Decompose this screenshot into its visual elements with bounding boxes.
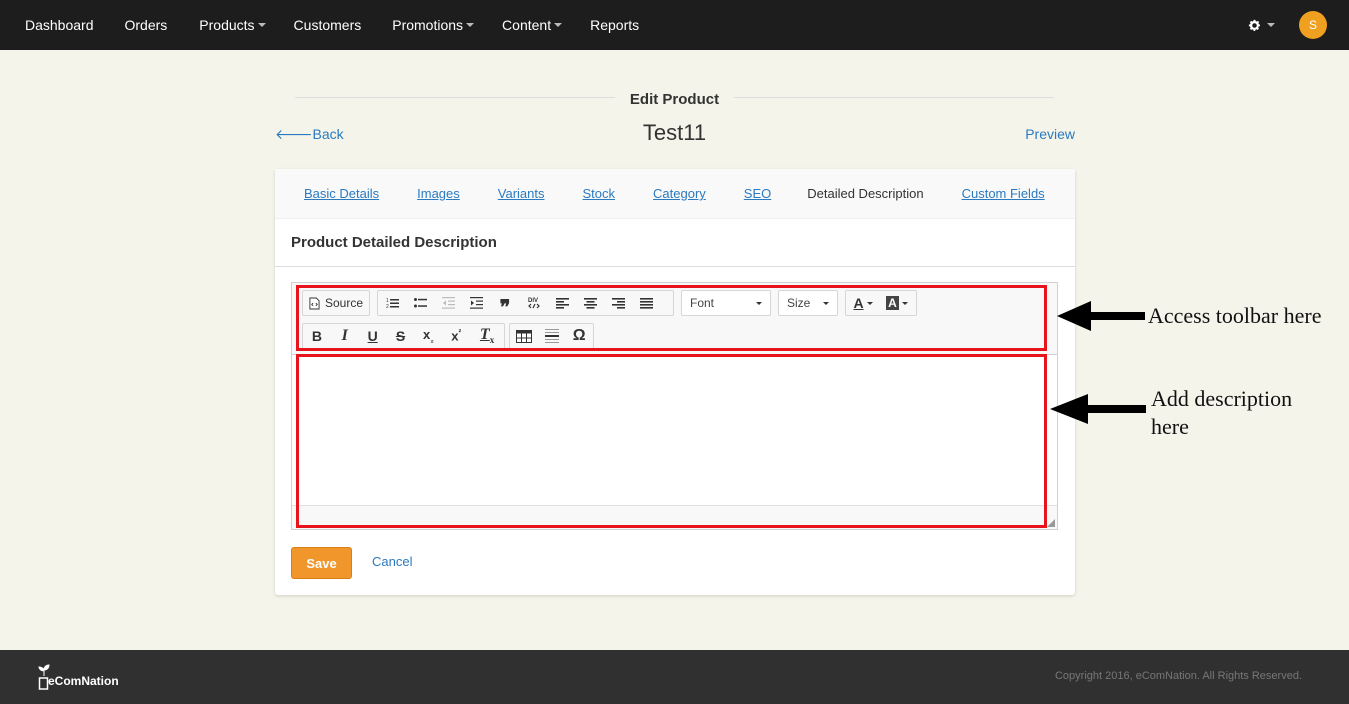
brand-logo: eComNation	[38, 664, 119, 690]
resize-handle-icon[interactable]	[1047, 519, 1055, 527]
tab-basic-details[interactable]: Basic Details	[304, 186, 379, 201]
settings-menu[interactable]	[1248, 19, 1275, 32]
section-title: Edit Product	[0, 91, 1349, 108]
arrow-left-icon	[1057, 301, 1145, 331]
nav-content-label: Content	[502, 17, 552, 33]
cancel-button[interactable]: Cancel	[372, 554, 412, 569]
preview-link[interactable]: Preview	[1025, 126, 1075, 142]
tab-custom-fields[interactable]: Custom Fields	[962, 186, 1045, 201]
nav-orders-label: Orders	[124, 17, 168, 33]
tab-images[interactable]: Images	[417, 186, 460, 201]
description-highlight-box	[296, 354, 1047, 528]
avatar[interactable]: S	[1299, 11, 1327, 39]
tab-bar: Basic Details Images Variants Stock Cate…	[275, 169, 1075, 219]
chevron-down-icon	[257, 23, 266, 27]
section-title-text: Edit Product	[615, 91, 734, 108]
tab-seo[interactable]: SEO	[744, 186, 771, 201]
nav-content[interactable]: Content	[502, 17, 563, 33]
description-annotation-line2: here	[1151, 414, 1189, 439]
nav-dashboard-label: Dashboard	[25, 17, 94, 33]
gear-icon	[1248, 19, 1261, 31]
footer: eComNation Copyright 2016, eComNation. A…	[0, 650, 1349, 704]
save-button[interactable]: Save	[291, 547, 352, 579]
nav-customers[interactable]: Customers	[294, 17, 362, 33]
divider	[275, 266, 1075, 267]
nav-products-label: Products	[199, 17, 255, 33]
toolbar-annotation: Access toolbar here	[1148, 303, 1322, 328]
nav-customers-label: Customers	[293, 17, 362, 33]
nav-dashboard[interactable]: Dashboard	[25, 17, 94, 33]
panel-title: Product Detailed Description	[291, 234, 497, 251]
tab-category[interactable]: Category	[653, 186, 706, 201]
description-annotation-line1: Add description	[1151, 386, 1293, 411]
tab-detailed-description[interactable]: Detailed Description	[807, 186, 923, 201]
nav-promotions[interactable]: Promotions	[392, 17, 475, 33]
nav-reports-label: Reports	[590, 17, 640, 33]
product-edit-card: Basic Details Images Variants Stock Cate…	[275, 169, 1075, 595]
top-navbar: Dashboard Orders Products Customers Prom…	[0, 0, 1349, 50]
nav-reports[interactable]: Reports	[590, 17, 639, 33]
nav-promotions-label: Promotions	[392, 17, 464, 33]
brand-name: eComNation	[48, 674, 119, 688]
chevron-down-icon	[1267, 23, 1275, 27]
tab-stock[interactable]: Stock	[583, 186, 616, 201]
page-title: Test11	[642, 120, 707, 145]
toolbar-highlight-box	[296, 285, 1047, 351]
nav-right-controls: S	[1248, 0, 1327, 50]
nav-orders[interactable]: Orders	[125, 17, 168, 33]
chevron-down-icon	[466, 23, 475, 27]
arrow-left-icon	[1050, 394, 1146, 424]
copyright-text: Copyright 2016, eComNation. All Rights R…	[1054, 670, 1302, 682]
tab-variants[interactable]: Variants	[498, 186, 545, 201]
nav-products[interactable]: Products	[199, 17, 266, 33]
chevron-down-icon	[554, 23, 563, 27]
